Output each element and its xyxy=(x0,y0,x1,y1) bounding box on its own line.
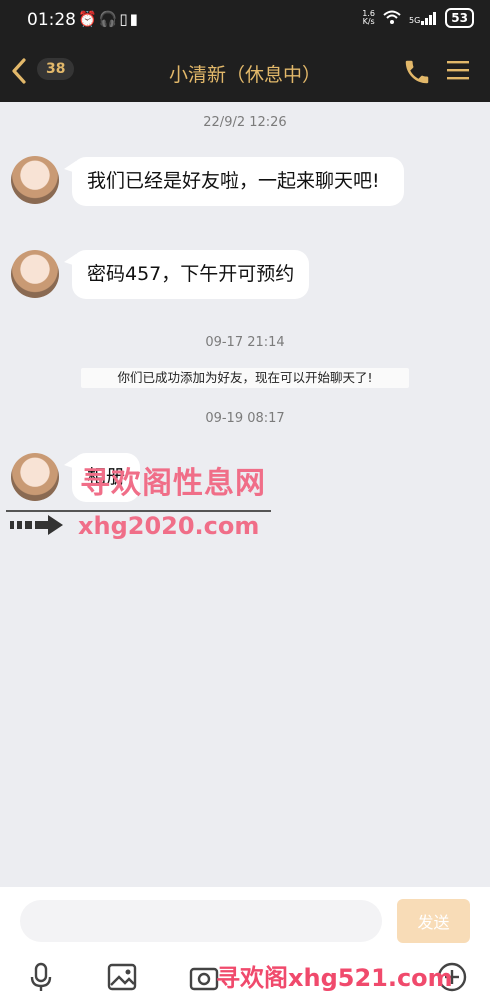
contact-avatar[interactable] xyxy=(11,156,59,204)
message-timestamp: 22/9/2 12:26 xyxy=(203,115,287,130)
microphone-icon[interactable] xyxy=(25,961,57,993)
status-bar: 01:28 ⏰🎧▯▮ 1.6 K/s 5G 53 xyxy=(0,0,490,40)
system-notice: 你们已成功添加为好友，现在可以开始聊天了! xyxy=(81,368,409,388)
phone-icon[interactable] xyxy=(402,57,432,87)
battery-icon: 53 xyxy=(445,8,474,28)
chat-area[interactable]: 22/9/2 12:26 我们已经是好友啦，一起来聊天吧! 密码457，下午开可… xyxy=(0,102,490,887)
wifi-icon xyxy=(383,10,401,27)
message-timestamp: 09-17 21:14 xyxy=(205,335,285,350)
alarm-icon: ⏰ xyxy=(78,10,99,28)
message-bubble[interactable]: 我们已经是好友啦，一起来聊天吧! xyxy=(64,157,404,206)
status-left-icons: ⏰🎧▯▮ xyxy=(78,10,140,28)
net-speed: 1.6 K/s xyxy=(362,9,375,26)
message-timestamp: 09-19 08:17 xyxy=(205,411,285,426)
contact-avatar[interactable] xyxy=(11,250,59,298)
chat-header: 38 小清新（休息中） xyxy=(0,40,490,102)
vibrate-icon: ▮ xyxy=(129,10,140,28)
status-right-icons: 1.6 K/s 5G 53 xyxy=(362,8,474,28)
menu-icon[interactable] xyxy=(446,58,470,82)
watermark-url: xhg2020.com xyxy=(78,512,260,540)
image-icon[interactable] xyxy=(106,961,138,993)
signal-icon: 5G xyxy=(409,11,437,25)
message-input[interactable] xyxy=(20,900,382,942)
contact-avatar[interactable] xyxy=(11,453,59,501)
headphones-icon: 🎧 xyxy=(98,10,120,28)
battery-saver-icon: ▯ xyxy=(119,10,130,28)
network-type: 5G xyxy=(409,15,421,25)
watermark-text: 寻欢阁性息网 xyxy=(80,466,266,501)
status-time: 01:28 xyxy=(27,10,76,30)
message-bubble[interactable]: 密码457，下午开可预约 xyxy=(63,250,310,299)
send-button[interactable]: 发送 xyxy=(397,899,470,943)
watermark-footer: 寻欢阁xhg521.com xyxy=(216,964,453,992)
arrow-right-icon xyxy=(10,515,63,535)
